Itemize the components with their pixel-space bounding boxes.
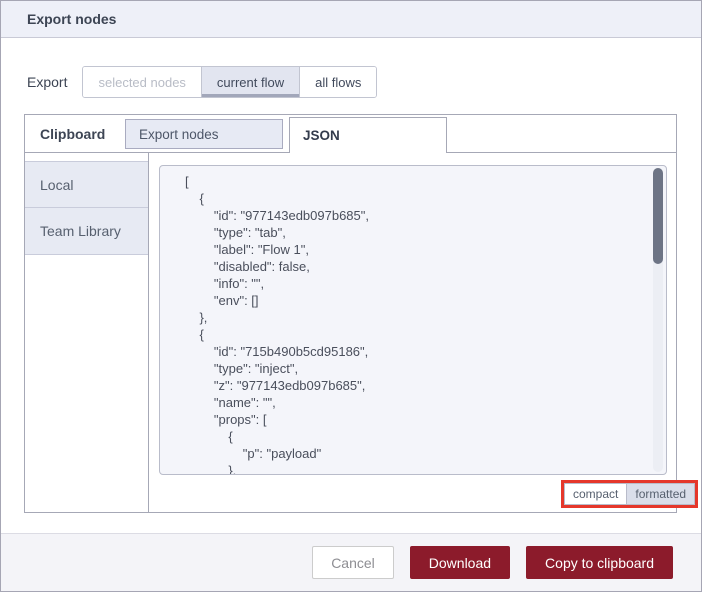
scrollbar-thumb[interactable]	[653, 168, 663, 264]
dialog-header: Export nodes	[1, 1, 701, 38]
formatted-button[interactable]: formatted	[626, 484, 695, 504]
library-item-list: Local Team Library	[25, 161, 148, 255]
clipboard-section-label: Clipboard	[40, 125, 106, 142]
cancel-button[interactable]: Cancel	[312, 546, 394, 579]
export-scope-row: Export selected nodes current flow all f…	[27, 66, 378, 98]
export-main-panel: Clipboard Export nodes JSON Local Team L…	[24, 114, 699, 513]
format-toggle-group: compact formatted	[564, 483, 696, 505]
tab-bar: Clipboard Export nodes JSON	[25, 115, 676, 153]
json-editor[interactable]: [ { "id": "977143edb097b685", "type": "t…	[159, 165, 667, 475]
library-sidebar: Local Team Library	[25, 153, 149, 512]
compact-button[interactable]: compact	[565, 484, 627, 504]
sidebar-item-team-library[interactable]: Team Library	[25, 208, 148, 255]
all-flows-button[interactable]: all flows	[300, 67, 377, 97]
current-flow-button[interactable]: current flow	[200, 67, 301, 97]
tab-json[interactable]: JSON	[289, 117, 447, 153]
export-nodes-dialog: Export nodes Export selected nodes curre…	[0, 0, 702, 592]
dialog-title: Export nodes	[27, 11, 117, 27]
export-scope-toggle-group: selected nodes current flow all flows	[82, 66, 378, 98]
selected-nodes-button[interactable]: selected nodes	[83, 67, 201, 97]
download-button[interactable]: Download	[409, 546, 511, 579]
export-scope-label: Export	[27, 74, 68, 90]
json-code-content[interactable]: [ { "id": "977143edb097b685", "type": "t…	[160, 166, 666, 474]
copy-to-clipboard-button[interactable]: Copy to clipboard	[526, 546, 673, 579]
annotation-highlight-box: compact formatted	[561, 480, 699, 508]
sidebar-item-local[interactable]: Local	[25, 161, 148, 208]
dialog-footer: Cancel Download Copy to clipboard	[1, 533, 701, 591]
tab-export-nodes[interactable]: Export nodes	[125, 119, 283, 149]
